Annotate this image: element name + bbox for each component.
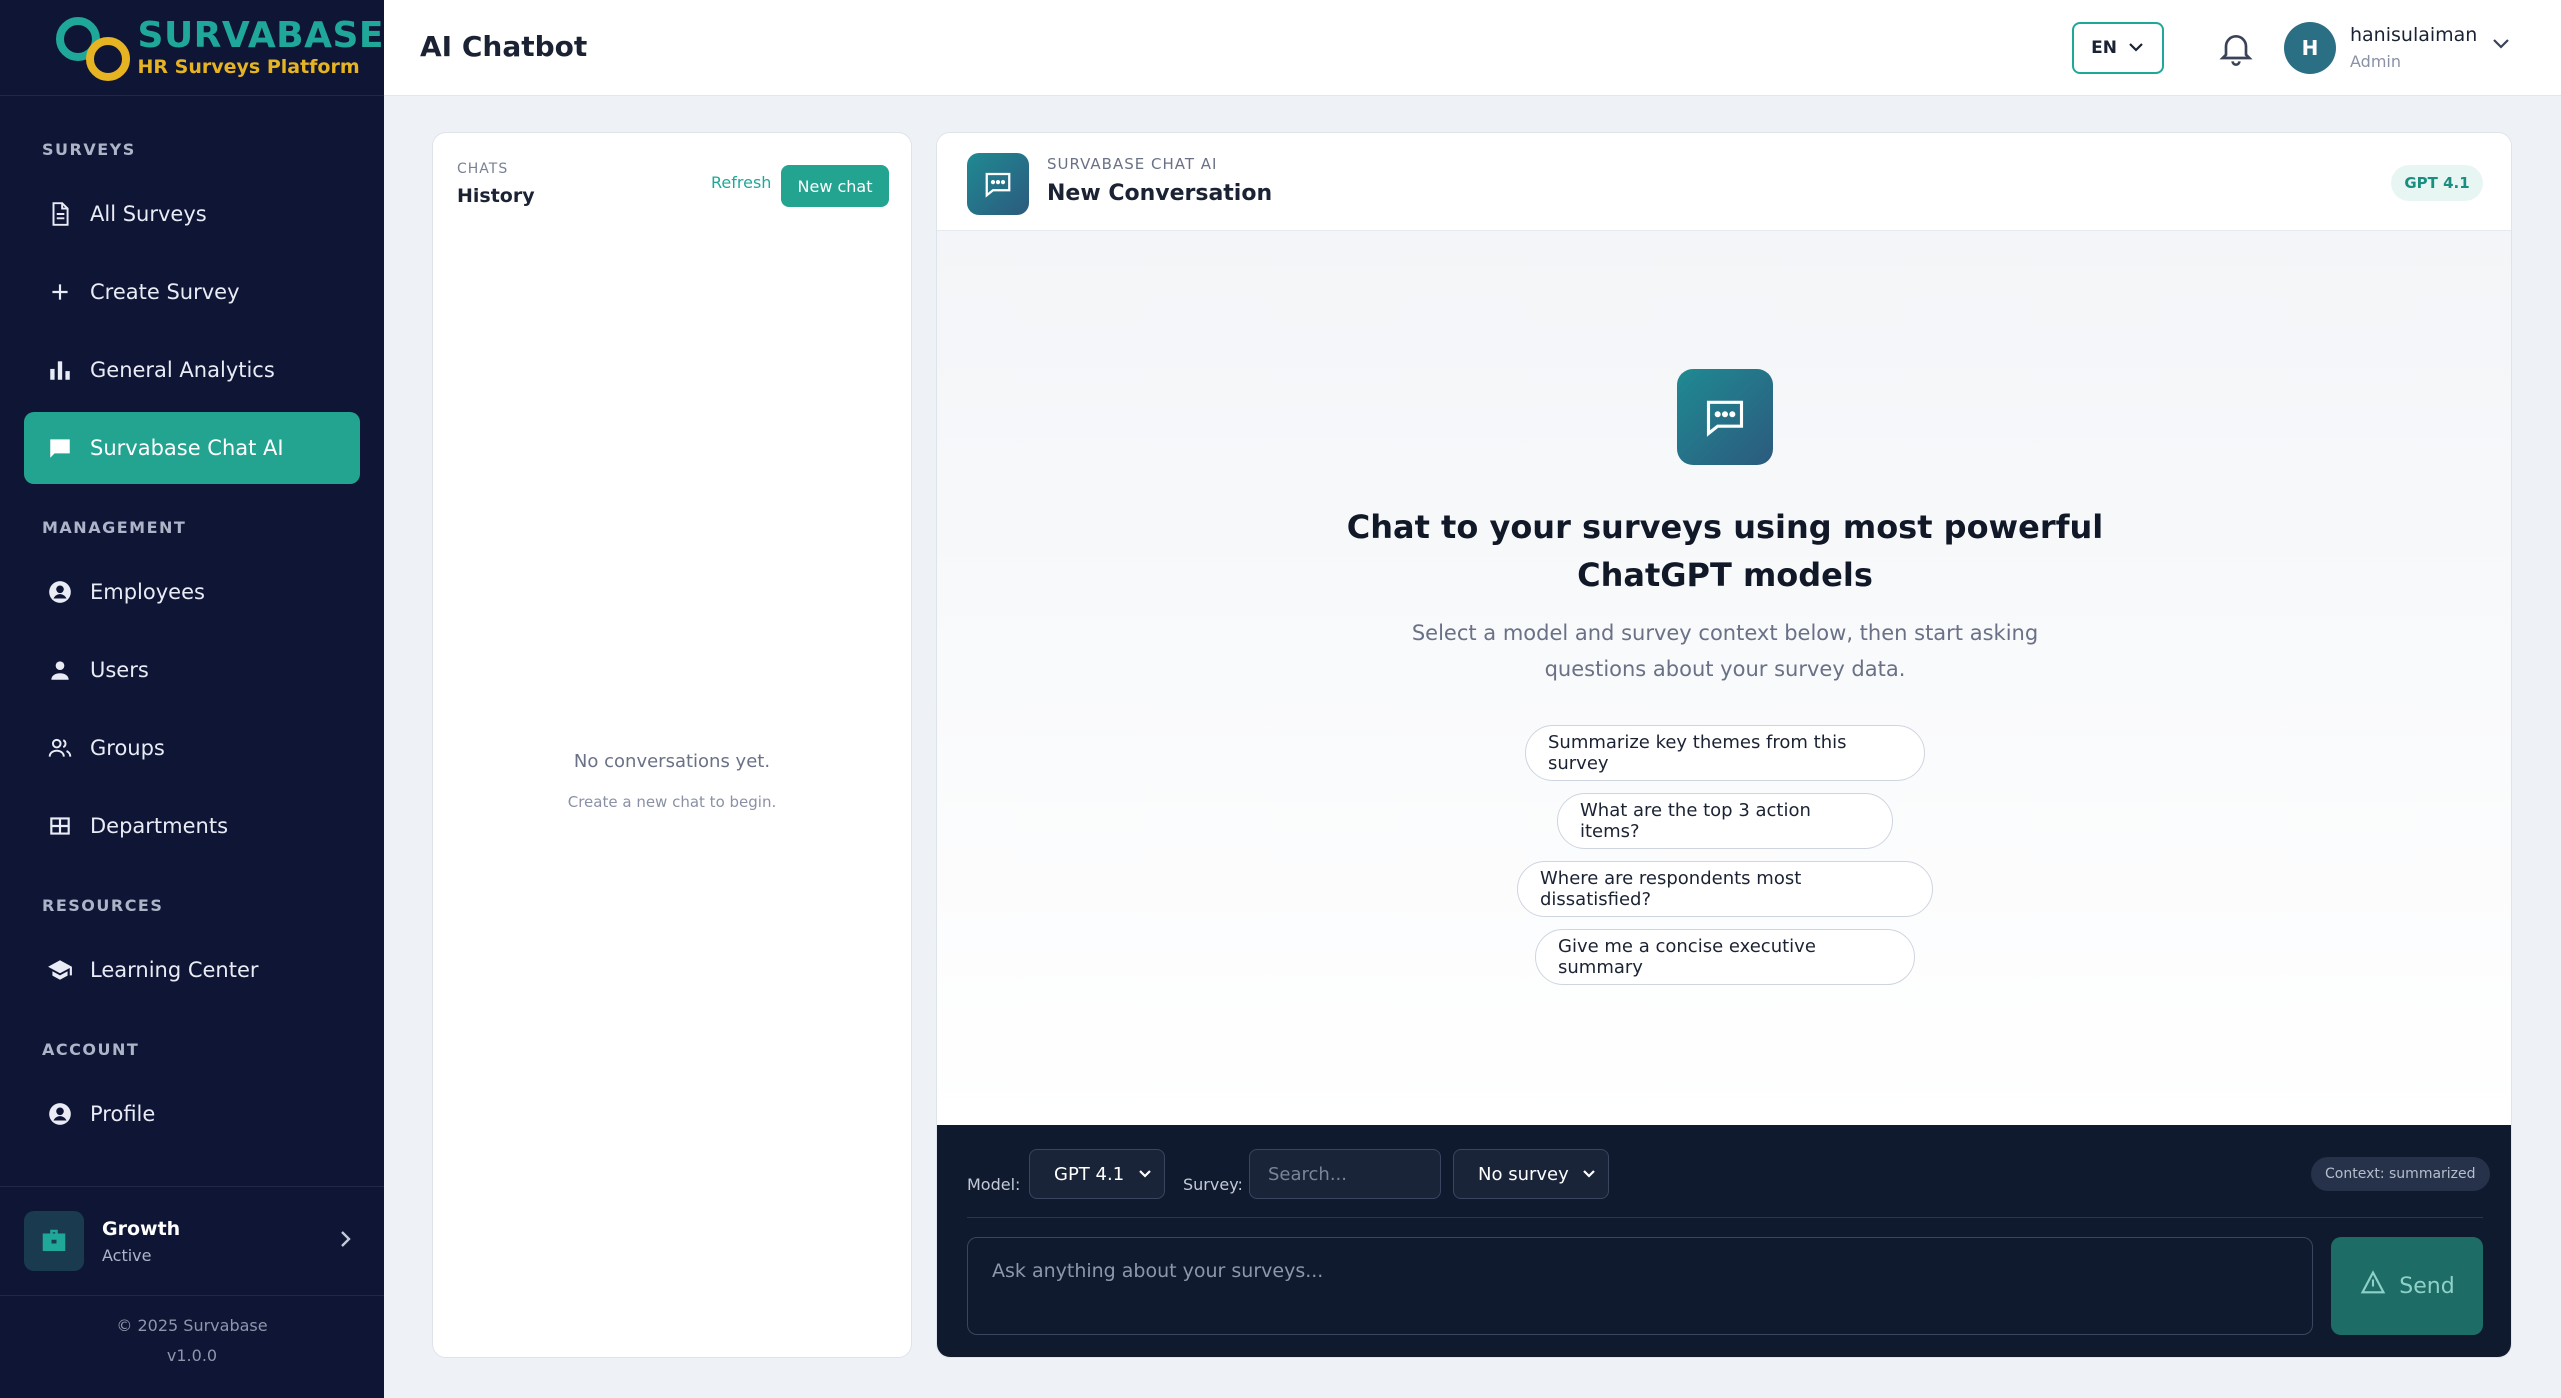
- sidebar-item-label: Users: [90, 658, 149, 682]
- sidebar-item-employees[interactable]: Employees: [24, 556, 360, 628]
- sidebar-item-label: Create Survey: [90, 280, 240, 304]
- bell-icon[interactable]: [2216, 28, 2256, 68]
- suggestion-chip[interactable]: What are the top 3 action items?: [1557, 793, 1893, 849]
- language-selector[interactable]: EN: [2072, 22, 2164, 74]
- divider: [967, 1217, 2483, 1218]
- sidebar: SURVABASE HR Surveys Platform SURVEYS Al…: [0, 0, 384, 1398]
- logo-icon: [52, 11, 134, 85]
- user-role: Admin: [2350, 52, 2401, 71]
- sidebar-item-label: General Analytics: [90, 358, 275, 382]
- sidebar-item-general-analytics[interactable]: General Analytics: [24, 334, 360, 406]
- history-kicker: CHATS: [457, 161, 509, 177]
- language-label: EN: [2091, 38, 2117, 58]
- sidebar-item-departments[interactable]: Departments: [24, 790, 360, 862]
- send-icon: [2359, 1269, 2387, 1303]
- chevron-down-icon: [1580, 1165, 1598, 1188]
- sidebar-item-label: Departments: [90, 814, 229, 838]
- graduation-cap-icon: [44, 954, 76, 986]
- survey-search-input[interactable]: Search...: [1249, 1149, 1441, 1199]
- sidebar-item-label: Survabase Chat AI: [90, 436, 284, 460]
- suggestion-chip[interactable]: Where are respondents most dissatisfied?: [1517, 861, 1933, 917]
- sidebar-item-create-survey[interactable]: Create Survey: [24, 256, 360, 328]
- brand-logo[interactable]: SURVABASE HR Surveys Platform: [0, 0, 384, 96]
- brand-tagline: HR Surveys Platform: [137, 56, 360, 78]
- top-bar: AI Chatbot EN H hanisulaiman Admin: [384, 0, 2561, 96]
- chevron-right-icon: [336, 1227, 356, 1255]
- sidebar-item-learning-center[interactable]: Learning Center: [24, 934, 360, 1006]
- chat-panel: SURVABASE CHAT AI New Conversation GPT 4…: [936, 132, 2512, 1358]
- footer-version: v1.0.0: [166, 1346, 218, 1365]
- chat-history-panel: CHATS History Refresh New chat No conver…: [432, 132, 912, 1358]
- hero-title: Chat to your surveys using most powerful…: [1346, 508, 2104, 594]
- history-title: History: [457, 185, 535, 207]
- model-select[interactable]: GPT 4.1: [1029, 1149, 1165, 1199]
- group-icon: [44, 732, 76, 764]
- section-resources: RESOURCES: [42, 896, 164, 915]
- sidebar-item-users[interactable]: Users: [24, 634, 360, 706]
- chevron-down-icon: [2127, 38, 2145, 58]
- page-title: AI Chatbot: [420, 30, 588, 63]
- empty-state-hint: Create a new chat to begin.: [567, 793, 777, 811]
- send-label: Send: [2399, 1273, 2455, 1299]
- user-name[interactable]: hanisulaiman: [2350, 24, 2477, 46]
- chat-icon: [44, 432, 76, 464]
- sidebar-item-all-surveys[interactable]: All Surveys: [24, 178, 360, 250]
- hero-subtitle: Select a model and survey context below,…: [1411, 621, 2039, 681]
- plus-icon: [44, 276, 76, 308]
- plan-status: Active: [102, 1245, 152, 1265]
- user-circle-icon: [44, 1098, 76, 1130]
- section-account: ACCOUNT: [42, 1040, 140, 1059]
- sidebar-item-label: Groups: [90, 736, 165, 760]
- person-icon: [44, 654, 76, 686]
- context-badge: Context: summarized: [2311, 1157, 2490, 1191]
- chat-kicker: SURVABASE CHAT AI: [1047, 155, 1218, 173]
- composer: Model: GPT 4.1 Survey: Search... No surv…: [937, 1125, 2511, 1357]
- section-surveys: SURVEYS: [42, 140, 136, 159]
- survey-select-value: No survey: [1478, 1163, 1569, 1185]
- chat-bubble-icon: [967, 153, 1029, 215]
- message-input[interactable]: Ask anything about your surveys...: [967, 1237, 2313, 1335]
- sidebar-item-label: Learning Center: [90, 958, 259, 982]
- section-management: MANAGEMENT: [42, 518, 187, 537]
- chat-body: Chat to your surveys using most powerful…: [937, 231, 2511, 1125]
- survey-select[interactable]: No survey: [1453, 1149, 1609, 1199]
- plan-name: Growth: [102, 1217, 181, 1240]
- document-icon: [44, 198, 76, 230]
- bar-chart-icon: [44, 354, 76, 386]
- sidebar-item-chat-ai[interactable]: Survabase Chat AI: [24, 412, 360, 484]
- avatar[interactable]: H: [2284, 22, 2336, 74]
- sidebar-item-groups[interactable]: Groups: [24, 712, 360, 784]
- grid-icon: [44, 810, 76, 842]
- briefcase-icon: [24, 1211, 84, 1271]
- model-select-value: GPT 4.1: [1054, 1163, 1125, 1185]
- sidebar-item-label: Employees: [90, 580, 205, 604]
- sidebar-item-label: Profile: [90, 1102, 156, 1126]
- refresh-button[interactable]: Refresh: [711, 173, 771, 192]
- model-badge: GPT 4.1: [2391, 165, 2483, 201]
- send-button[interactable]: Send: [2331, 1237, 2483, 1335]
- conversation-title: New Conversation: [1047, 181, 1273, 206]
- model-label: Model:: [967, 1175, 1021, 1194]
- chevron-down-icon: [1136, 1165, 1154, 1188]
- sidebar-item-label: All Surveys: [90, 202, 207, 226]
- empty-state-title: No conversations yet.: [573, 751, 771, 772]
- chevron-down-icon[interactable]: [2490, 36, 2512, 56]
- footer-copyright: © 2025 Survabase: [116, 1316, 268, 1335]
- brand-name: SURVABASE: [137, 15, 384, 56]
- sidebar-item-profile[interactable]: Profile: [24, 1078, 360, 1150]
- new-chat-button[interactable]: New chat: [781, 165, 889, 207]
- user-circle-icon: [44, 576, 76, 608]
- suggestion-chip[interactable]: Summarize key themes from this survey: [1525, 725, 1925, 781]
- survey-label: Survey:: [1183, 1175, 1243, 1194]
- plan-card[interactable]: Growth Active: [0, 1186, 384, 1296]
- chat-header: SURVABASE CHAT AI New Conversation GPT 4…: [937, 133, 2511, 231]
- chat-bubble-icon: [1677, 369, 1773, 465]
- suggestion-chip[interactable]: Give me a concise executive summary: [1535, 929, 1915, 985]
